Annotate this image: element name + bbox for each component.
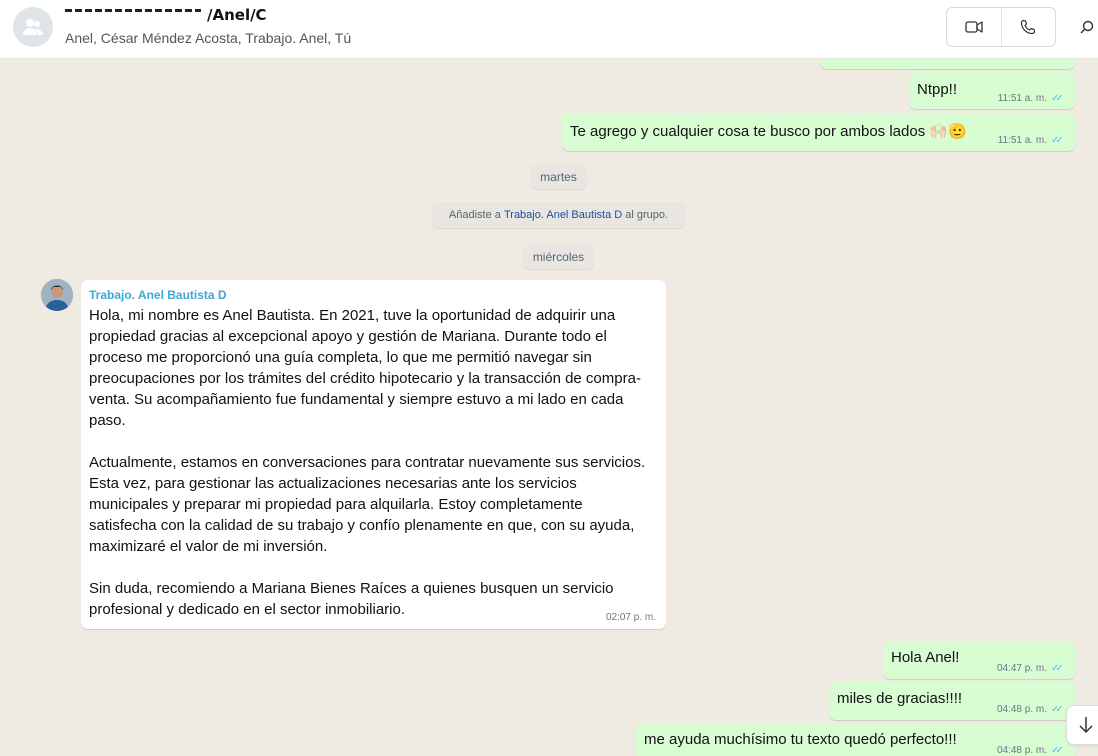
message-paragraph: Actualmente, estamos en conversaciones p…	[89, 454, 646, 555]
contact-link[interactable]: Trabajo. Anel Bautista D	[504, 209, 622, 221]
message-time: 04:48 p. m.	[996, 704, 1047, 715]
message-meta: 04:48 p. m. ✓✓	[997, 745, 1065, 756]
voice-call-button[interactable]	[1000, 8, 1056, 46]
video-camera-icon	[965, 21, 983, 33]
read-ticks-icon: ✓✓	[1051, 93, 1064, 104]
message-paragraph: Hola, mi nombre es Anel Bautista. En 202…	[89, 307, 641, 429]
participants-list[interactable]: Anel, César Méndez Acosta, Trabajo. Anel…	[65, 30, 351, 46]
read-ticks-icon: ✓✓	[1051, 663, 1064, 674]
read-ticks-icon: ✓✓	[1051, 135, 1064, 146]
date-divider: martes	[530, 165, 587, 189]
message-outgoing[interactable]: Te agrego y cualquier cosa te busco por …	[562, 113, 1075, 151]
message-text: Te agrego y cualquier cosa te busco por …	[570, 123, 967, 140]
date-divider: miércoles	[523, 245, 594, 269]
message-outgoing[interactable]: miles de gracias!!!! 04:48 p. m. ✓✓	[829, 682, 1075, 720]
read-ticks-icon: ✓✓	[1051, 745, 1064, 756]
phone-icon	[1021, 19, 1036, 35]
message-meta: 11:51 a. m. ✓✓	[998, 135, 1065, 146]
message-outgoing[interactable]: Ntpp!! 11:51 a. m. ✓✓	[909, 71, 1075, 109]
chat-area[interactable]: Ntpp!! 11:51 a. m. ✓✓ Te agrego y cualqui…	[0, 59, 1098, 756]
message-text: me ayuda muchísimo tu texto quedó perfec…	[644, 731, 957, 748]
group-avatar[interactable]	[13, 7, 53, 47]
message-time: 02:07 p. m.	[605, 612, 656, 623]
arrow-down-icon	[1079, 717, 1093, 734]
message-text: Hola Anel!	[891, 649, 960, 666]
message-paragraph: Sin duda, recomiendo a Mariana Bienes Ra…	[89, 580, 614, 618]
title-obscured	[65, 6, 207, 18]
system-prefix: Añadiste a	[448, 209, 501, 221]
person-photo-icon	[41, 279, 73, 311]
message-meta: 04:47 p. m. ✓✓	[997, 663, 1065, 674]
search-icon	[1080, 20, 1094, 34]
group-icon	[23, 19, 43, 35]
message-incoming[interactable]: Trabajo. Anel Bautista D Hola, mi nombre…	[81, 280, 666, 629]
read-ticks-icon: ✓✓	[1051, 704, 1064, 715]
system-suffix: al grupo.	[625, 209, 669, 221]
sender-avatar[interactable]	[41, 279, 73, 311]
message-text: miles de gracias!!!!	[837, 690, 963, 707]
message-time: 11:51 a. m.	[997, 135, 1047, 146]
message-meta: 11:51 a. m. ✓✓	[998, 93, 1065, 104]
message-outgoing-partial[interactable]	[820, 59, 1075, 69]
message-outgoing[interactable]: me ayuda muchísimo tu texto quedó perfec…	[636, 723, 1075, 756]
message-time: 04:47 p. m.	[996, 663, 1047, 674]
scroll-to-bottom-button[interactable]	[1066, 705, 1098, 745]
sender-name[interactable]: Trabajo. Anel Bautista D	[89, 288, 227, 302]
message-time: 11:51 a. m.	[997, 93, 1047, 104]
chat-header: /Anel/C Anel, César Méndez Acosta, Traba…	[0, 0, 1098, 59]
message-time: 04:48 p. m.	[996, 745, 1047, 756]
search-button[interactable]	[1076, 16, 1098, 38]
video-call-button[interactable]	[947, 8, 1001, 46]
call-buttons	[946, 7, 1056, 47]
title-text: /Anel/C	[207, 6, 267, 24]
message-meta: 04:48 p. m. ✓✓	[997, 704, 1065, 715]
chat-title[interactable]: /Anel/C	[65, 6, 267, 24]
system-message: Añadiste a Trabajo. Anel Bautista D al g…	[432, 202, 685, 228]
message-outgoing[interactable]: Hola Anel! 04:47 p. m. ✓✓	[883, 641, 1075, 679]
message-text: Ntpp!!	[917, 81, 958, 98]
